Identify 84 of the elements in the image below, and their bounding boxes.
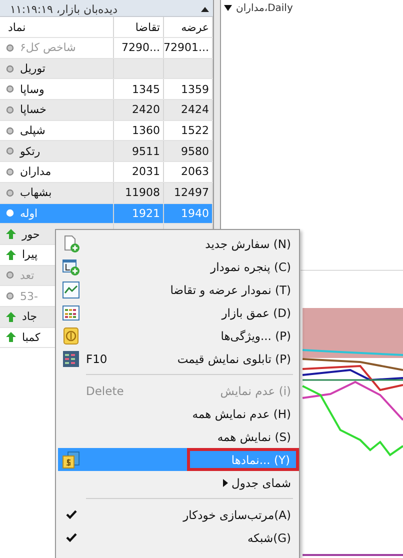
menu-label: عدم نمایش (i) — [220, 384, 291, 398]
symbol-name: اوله — [20, 206, 38, 220]
menu-label: شبکه(G) — [247, 530, 291, 544]
menu-label: سفارش جدید (N) — [205, 236, 291, 250]
symbol-name: پیرا — [22, 248, 38, 262]
symbol-name: جاد — [22, 310, 38, 324]
collapse-icon[interactable] — [201, 6, 209, 12]
menu-item[interactable]: شبکه(G) — [58, 526, 297, 549]
menu-item[interactable]: عدم نمایش همه (H) — [58, 402, 297, 425]
menu-label: نمادها... (Y) — [231, 452, 290, 466]
symbols-folder-icon — [62, 450, 80, 468]
table-cell: 7290... — [122, 41, 160, 54]
checkmark-icon — [66, 510, 76, 519]
menu-label: مرتب‌سازی خودکار(A) — [183, 508, 291, 522]
symbol-name: رتکو — [20, 144, 40, 158]
table-cell: 1921 — [132, 206, 160, 220]
table-row[interactable]: توریل — [0, 58, 213, 80]
symbol-name: 53- — [20, 290, 38, 303]
column-header[interactable]: نماد — [0, 17, 114, 37]
table-cell: 1360 — [132, 124, 160, 138]
column-header[interactable]: تقاضا — [114, 17, 164, 37]
shortcut-label: F10 — [86, 352, 108, 366]
symbol-name: شپلی — [20, 124, 46, 138]
symbol-name: خساپا — [20, 103, 46, 116]
table-cell: 2063 — [181, 165, 209, 178]
submenu-arrow-icon — [222, 478, 228, 486]
menu-item[interactable]: نمودار عرضه و تقاضا (T) — [58, 278, 297, 301]
symbol-name: کمبا — [22, 330, 40, 344]
symbol-name: وساپا — [20, 82, 44, 96]
menu-item[interactable]: سفارش جدید (N) — [58, 232, 297, 255]
menu-label: عمق بازار (D) — [222, 306, 291, 320]
status-dot-icon — [6, 271, 14, 280]
table-cell: 1522 — [181, 124, 209, 138]
menu-label: تابلوی نمایش قیمت (P) — [177, 352, 291, 366]
status-dot-icon — [6, 126, 14, 135]
menu-label: عدم نمایش همه (H) — [192, 406, 291, 420]
table-cell: 9580 — [181, 144, 209, 158]
menu-item[interactable]: پنجره نمودار (C) — [58, 255, 297, 278]
symbol-name: تعد — [20, 268, 34, 282]
symbol-name: توریل — [20, 62, 46, 76]
table-cell: 1345 — [132, 82, 160, 96]
grid-table-icon — [62, 304, 80, 322]
chart-title: مداران،Daily — [236, 2, 293, 14]
menu-item[interactable]: عمق بازار (D) — [58, 301, 297, 324]
shortcut-label: Delete — [86, 384, 124, 398]
table-cell: 2031 — [132, 165, 160, 178]
status-dot-icon — [6, 168, 14, 176]
table-cell: 12497 — [174, 186, 209, 200]
dollar-icon — [62, 326, 80, 344]
table-cell: 2420 — [132, 103, 160, 116]
menu-label: شمای جدول — [232, 476, 291, 490]
status-dot-icon — [6, 85, 14, 94]
symbol-name: حور — [22, 228, 40, 241]
symbol-name: مداران — [20, 165, 52, 178]
table-cell: 1359 — [181, 82, 209, 96]
status-dot-icon — [6, 106, 14, 114]
menu-item[interactable]: نمایش همه (S) — [58, 425, 297, 448]
menu-label: ویژگی‌ها... (P) — [220, 328, 291, 342]
symbol-name: شاخص کل۶ — [20, 41, 76, 54]
table-cell: 2424 — [181, 103, 209, 116]
menu-item[interactable]: شمای جدول — [58, 471, 297, 494]
status-dot-icon — [6, 209, 14, 218]
new-document-icon — [62, 234, 80, 252]
status-dot-icon — [6, 292, 14, 300]
panel-title: دیده‌بان بازار، ۱۱:۱۹:۱۹ — [10, 4, 118, 16]
symbol-name: بشهاب — [20, 186, 52, 200]
table-cell: 11908 — [125, 186, 160, 200]
price-board-icon — [62, 350, 80, 368]
menu-item[interactable]: مرتب‌سازی خودکار(A) — [58, 503, 297, 526]
menu-label: پنجره نمودار (C) — [210, 260, 291, 274]
status-dot-icon — [6, 44, 14, 52]
menu-label: نمودار عرضه و تقاضا (T) — [170, 282, 291, 296]
dropdown-icon[interactable] — [224, 5, 232, 11]
menu-item[interactable]: ویژگی‌ها... (P) — [58, 324, 297, 347]
status-dot-icon — [6, 64, 14, 73]
table-cell: 72901... — [164, 41, 209, 54]
table-cell: 1940 — [181, 206, 209, 220]
menu-label: نمایش همه (S) — [217, 430, 291, 444]
line-chart-icon — [62, 280, 80, 298]
status-dot-icon — [6, 188, 14, 197]
chart-window-icon — [62, 258, 80, 276]
table-cell: 9511 — [132, 144, 160, 158]
checkmark-icon — [66, 533, 76, 542]
status-dot-icon — [6, 147, 14, 156]
